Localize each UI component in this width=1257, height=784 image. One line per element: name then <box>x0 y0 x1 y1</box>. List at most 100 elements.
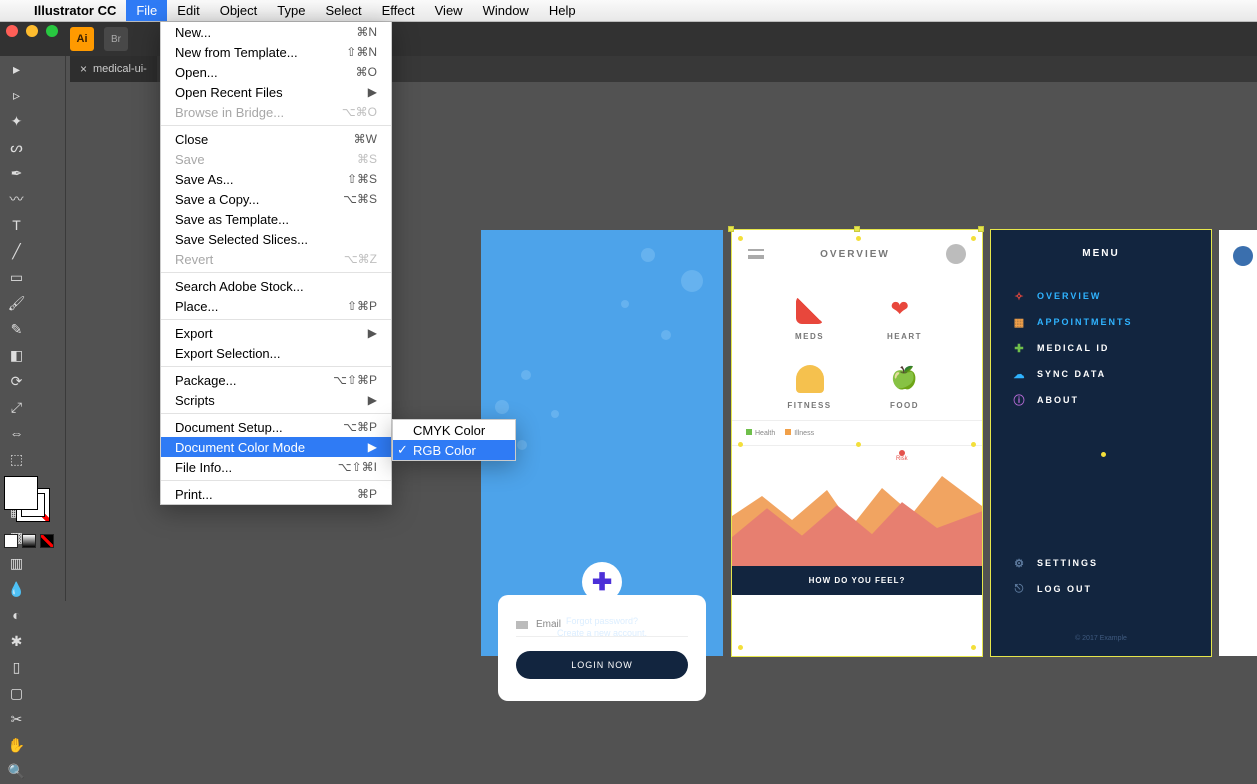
fill-stroke-swatches[interactable] <box>4 476 62 548</box>
avatar <box>1233 246 1253 266</box>
menu-type[interactable]: Type <box>267 0 315 21</box>
menu-window[interactable]: Window <box>473 0 539 21</box>
plus-icon: ✚ <box>1013 341 1027 355</box>
plus-button[interactable]: ✚ <box>582 562 622 602</box>
file-export[interactable]: Export▶ <box>161 323 391 343</box>
file-new-template[interactable]: New from Template...⇧⌘N <box>161 42 391 62</box>
menu-item-settings[interactable]: ⚙SETTINGS <box>991 550 1211 576</box>
gradient-mode-button[interactable] <box>22 534 36 548</box>
file-export-selection[interactable]: Export Selection... <box>161 343 391 363</box>
file-package[interactable]: Package...⌥⇧⌘P <box>161 370 391 390</box>
blend-tool[interactable]: ◐ <box>0 602 33 628</box>
magic-wand-tool[interactable]: ✦ <box>0 108 33 134</box>
file-save: Save⌘S <box>161 149 391 169</box>
cmyk-option[interactable]: CMYK Color <box>393 420 515 440</box>
artboard-login[interactable]: Email LOGIN NOW ✚ Forgot password? Creat… <box>481 230 723 656</box>
menu-object[interactable]: Object <box>210 0 268 21</box>
minimize-window-button[interactable] <box>26 25 38 37</box>
menu-help[interactable]: Help <box>539 0 586 21</box>
file-save-as[interactable]: Save As...⇧⌘S <box>161 169 391 189</box>
none-mode-button[interactable] <box>40 534 54 548</box>
color-mode-button[interactable] <box>4 534 18 548</box>
file-save-slices[interactable]: Save Selected Slices... <box>161 229 391 249</box>
overview-chart: Risk <box>732 446 982 566</box>
fitness-icon <box>796 365 824 393</box>
file-save-copy[interactable]: Save a Copy...⌥⌘S <box>161 189 391 209</box>
menu-edit[interactable]: Edit <box>167 0 209 21</box>
line-tool[interactable]: ╱ <box>0 238 33 264</box>
meds-tile[interactable]: MEDS <box>762 296 857 341</box>
gradient-tool[interactable]: ▥ <box>0 550 33 576</box>
hand-tool[interactable]: ✋ <box>0 732 33 758</box>
menu-item-appointments[interactable]: ▦APPOINTMENTS <box>991 309 1211 335</box>
eyedropper-tool[interactable]: 💧 <box>0 576 33 602</box>
rectangle-tool[interactable]: ▭ <box>0 264 33 290</box>
login-button[interactable]: LOGIN NOW <box>516 651 688 679</box>
menu-select[interactable]: Select <box>315 0 371 21</box>
bridge-app-icon[interactable]: Br <box>104 27 128 51</box>
file-open[interactable]: Open...⌘O <box>161 62 391 82</box>
menu-item-logout[interactable]: ⎋LOG OUT <box>991 576 1211 602</box>
maximize-window-button[interactable] <box>46 25 58 37</box>
avatar[interactable] <box>946 244 966 264</box>
logout-icon: ⎋ <box>1013 582 1027 596</box>
menu-item-overview[interactable]: ✧OVERVIEW <box>991 283 1211 309</box>
file-print[interactable]: Print...⌘P <box>161 484 391 504</box>
menu-effect[interactable]: Effect <box>372 0 425 21</box>
create-account-link[interactable]: Create a new account. <box>481 628 723 638</box>
file-document-setup[interactable]: Document Setup...⌥⌘P <box>161 417 391 437</box>
artboard-overview[interactable]: OVERVIEW MEDS ❤HEART FITNESS 🍏FOOD Healt… <box>732 230 982 656</box>
document-tab[interactable]: × medical-ui- <box>70 56 157 82</box>
direct-selection-tool[interactable]: ▹ <box>0 82 33 108</box>
risk-marker: Risk <box>896 450 908 462</box>
artboard-partial[interactable] <box>1219 230 1257 656</box>
zoom-tool[interactable]: 🔍 <box>0 758 33 784</box>
file-close[interactable]: Close⌘W <box>161 129 391 149</box>
file-save-template[interactable]: Save as Template... <box>161 209 391 229</box>
type-tool[interactable]: T <box>0 212 33 238</box>
heart-tile[interactable]: ❤HEART <box>857 296 952 341</box>
free-transform-tool[interactable]: ⬚ <box>0 446 33 472</box>
close-window-button[interactable] <box>6 25 18 37</box>
menu-view[interactable]: View <box>425 0 473 21</box>
shaper-tool[interactable]: ✎ <box>0 316 33 342</box>
width-tool[interactable]: ⇔ <box>0 420 33 446</box>
fill-swatch[interactable] <box>4 476 38 510</box>
column-graph-tool[interactable]: ▯ <box>0 654 33 680</box>
menu-item-medical-id[interactable]: ✚MEDICAL ID <box>991 335 1211 361</box>
menu-file[interactable]: File <box>126 0 167 21</box>
lasso-tool[interactable]: ᔕ <box>0 134 33 160</box>
slice-tool[interactable]: ✂ <box>0 706 33 732</box>
copyright: © 2017 Example <box>991 635 1211 642</box>
rgb-option[interactable]: ✓RGB Color <box>393 440 515 460</box>
hamburger-icon[interactable] <box>748 249 764 259</box>
file-scripts[interactable]: Scripts▶ <box>161 390 391 410</box>
eraser-tool[interactable]: ◧ <box>0 342 33 368</box>
file-info[interactable]: File Info...⌥⇧⌘I <box>161 457 391 477</box>
file-open-recent[interactable]: Open Recent Files▶ <box>161 82 391 102</box>
file-place[interactable]: Place...⇧⌘P <box>161 296 391 316</box>
macos-menubar: Illustrator CC File Edit Object Type Sel… <box>0 0 1257 22</box>
food-tile[interactable]: 🍏FOOD <box>857 365 952 410</box>
calendar-icon: ▦ <box>1013 315 1027 329</box>
paintbrush-tool[interactable]: 🖌 <box>0 290 33 316</box>
rotate-tool[interactable]: ⟳ <box>0 368 33 394</box>
curvature-tool[interactable]: 〰 <box>0 186 33 212</box>
menu-item-about[interactable]: ⓘABOUT <box>991 387 1211 413</box>
checkmark-icon: ✓ <box>397 442 408 458</box>
app-name[interactable]: Illustrator CC <box>24 3 126 18</box>
forgot-password-link[interactable]: Forgot password? <box>481 616 723 626</box>
file-new[interactable]: New...⌘N <box>161 22 391 42</box>
artboard-tool[interactable]: ▢ <box>0 680 33 706</box>
close-tab-icon[interactable]: × <box>80 62 87 76</box>
selection-tool[interactable]: ▸ <box>0 56 33 82</box>
pen-tool[interactable]: ✒ <box>0 160 33 186</box>
feeling-prompt[interactable]: HOW DO YOU FEEL? <box>732 566 982 595</box>
fitness-tile[interactable]: FITNESS <box>762 365 857 410</box>
scale-tool[interactable]: ⤢ <box>0 394 33 420</box>
menu-item-sync[interactable]: ☁SYNC DATA <box>991 361 1211 387</box>
file-color-mode[interactable]: Document Color Mode▶ <box>161 437 391 457</box>
symbol-sprayer-tool[interactable]: ✱ <box>0 628 33 654</box>
artboard-menu[interactable]: MENU ✧OVERVIEW ▦APPOINTMENTS ✚MEDICAL ID… <box>991 230 1211 656</box>
file-search-stock[interactable]: Search Adobe Stock... <box>161 276 391 296</box>
